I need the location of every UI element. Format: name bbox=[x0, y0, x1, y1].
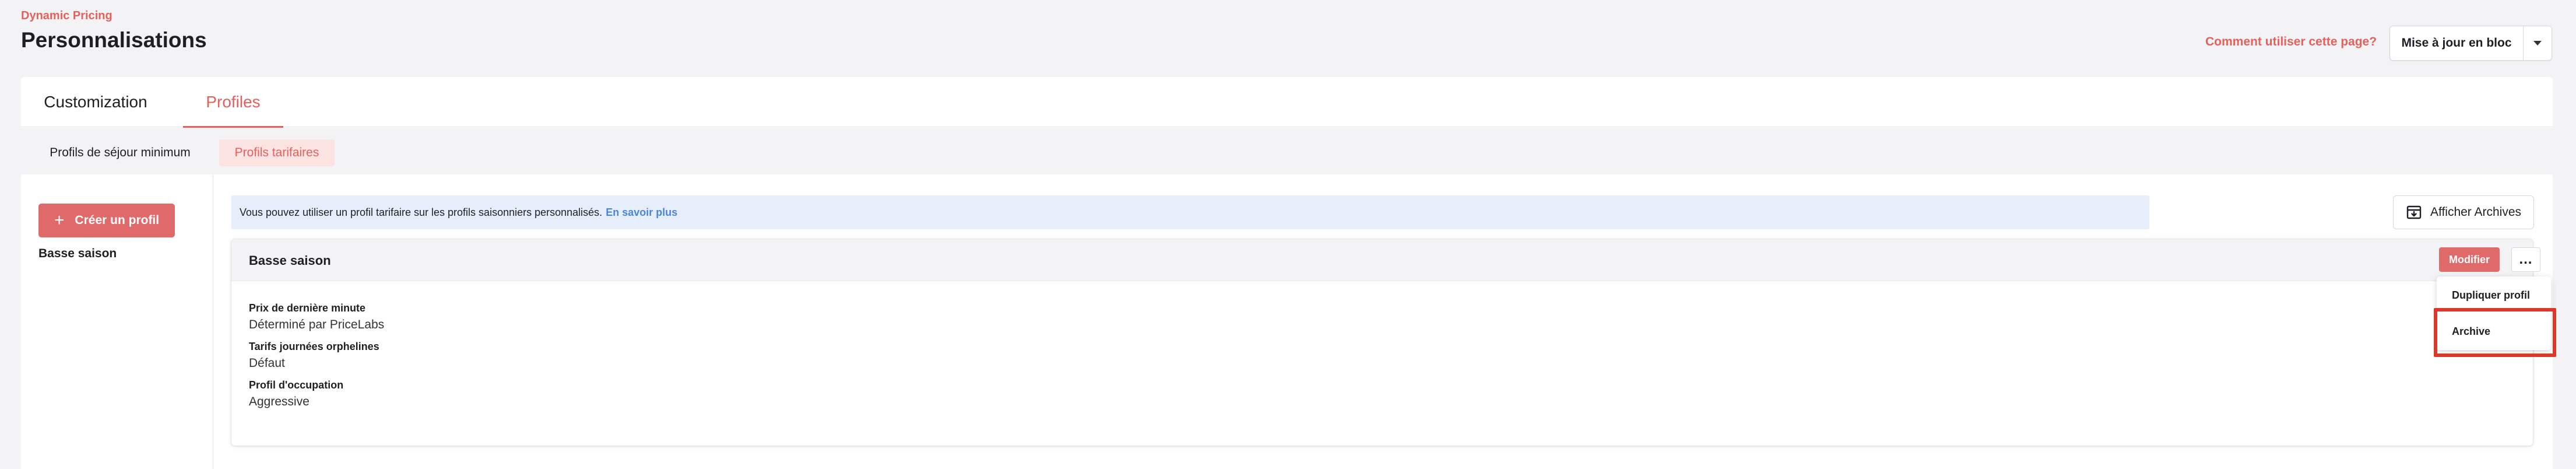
bulk-update-dropdown-toggle[interactable] bbox=[2524, 26, 2552, 60]
bulk-update-button[interactable]: Mise à jour en bloc bbox=[2390, 26, 2524, 60]
profile-card-title: Basse saison bbox=[249, 253, 331, 268]
main-panel: Customization Profiles Profils de séjour… bbox=[21, 77, 2556, 469]
field-label: Prix de dernière minute bbox=[249, 302, 366, 314]
profile-sidebar: + Créer un profil Basse saison bbox=[21, 174, 213, 469]
app-eyebrow: Dynamic Pricing bbox=[21, 9, 112, 22]
modify-button[interactable]: Modifier bbox=[2439, 247, 2500, 272]
info-banner: Vous pouvez utiliser un profil tarifaire… bbox=[231, 195, 2149, 229]
subtab-min-stay-profiles[interactable]: Profils de séjour minimum bbox=[33, 139, 207, 166]
field-value: Défaut bbox=[249, 356, 285, 370]
tab-profiles-label: Profiles bbox=[206, 93, 261, 111]
create-profile-label: Créer un profil bbox=[75, 214, 160, 227]
help-link[interactable]: Comment utiliser cette page? bbox=[2205, 35, 2377, 49]
profile-card: Basse saison Modifier … Prix de dernière… bbox=[231, 239, 2556, 446]
subtab-bar: Profils de séjour minimum Profils tarifa… bbox=[21, 128, 2553, 174]
sidebar-item-basse-saison[interactable]: Basse saison bbox=[38, 247, 117, 261]
field-label: Tarifs journées orphelines bbox=[249, 341, 379, 352]
profile-card-header: Basse saison Modifier … bbox=[231, 239, 2540, 281]
field-label: Profil d'occupation bbox=[249, 379, 344, 391]
ellipsis-icon: … bbox=[2518, 251, 2533, 267]
archive-icon bbox=[2406, 205, 2422, 219]
plus-icon: + bbox=[54, 211, 65, 230]
menu-item-duplicate-profile[interactable]: Dupliquer profil bbox=[2452, 289, 2530, 302]
chevron-down-icon bbox=[2533, 41, 2542, 46]
field-orphan-days: Tarifs journées orphelines Défaut bbox=[249, 341, 379, 370]
learn-more-link[interactable]: En savoir plus bbox=[606, 206, 677, 219]
show-archives-button[interactable]: Afficher Archives bbox=[2393, 195, 2534, 229]
bulk-update-split-button: Mise à jour en bloc bbox=[2390, 26, 2552, 61]
page-title: Personnalisations bbox=[21, 28, 207, 52]
more-options-menu: Dupliquer profil Archive bbox=[2437, 276, 2551, 350]
field-last-minute-price: Prix de dernière minute Déterminé par Pr… bbox=[249, 302, 384, 332]
menu-item-archive[interactable]: Archive bbox=[2452, 326, 2490, 338]
tab-profiles[interactable]: Profiles bbox=[183, 77, 283, 128]
field-value: Aggressive bbox=[249, 395, 309, 408]
field-value: Déterminé par PriceLabs bbox=[249, 318, 385, 331]
tab-bar: Customization Profiles bbox=[21, 77, 2553, 128]
subtab-pricing-profiles[interactable]: Profils tarifaires bbox=[219, 139, 335, 166]
show-archives-label: Afficher Archives bbox=[2430, 205, 2521, 219]
tab-customization[interactable]: Customization bbox=[21, 77, 170, 127]
create-profile-button[interactable]: + Créer un profil bbox=[38, 204, 175, 237]
more-options-button[interactable]: … bbox=[2511, 247, 2540, 272]
field-occupancy-profile: Profil d'occupation Aggressive bbox=[249, 379, 343, 409]
info-banner-text: Vous pouvez utiliser un profil tarifaire… bbox=[240, 206, 603, 218]
